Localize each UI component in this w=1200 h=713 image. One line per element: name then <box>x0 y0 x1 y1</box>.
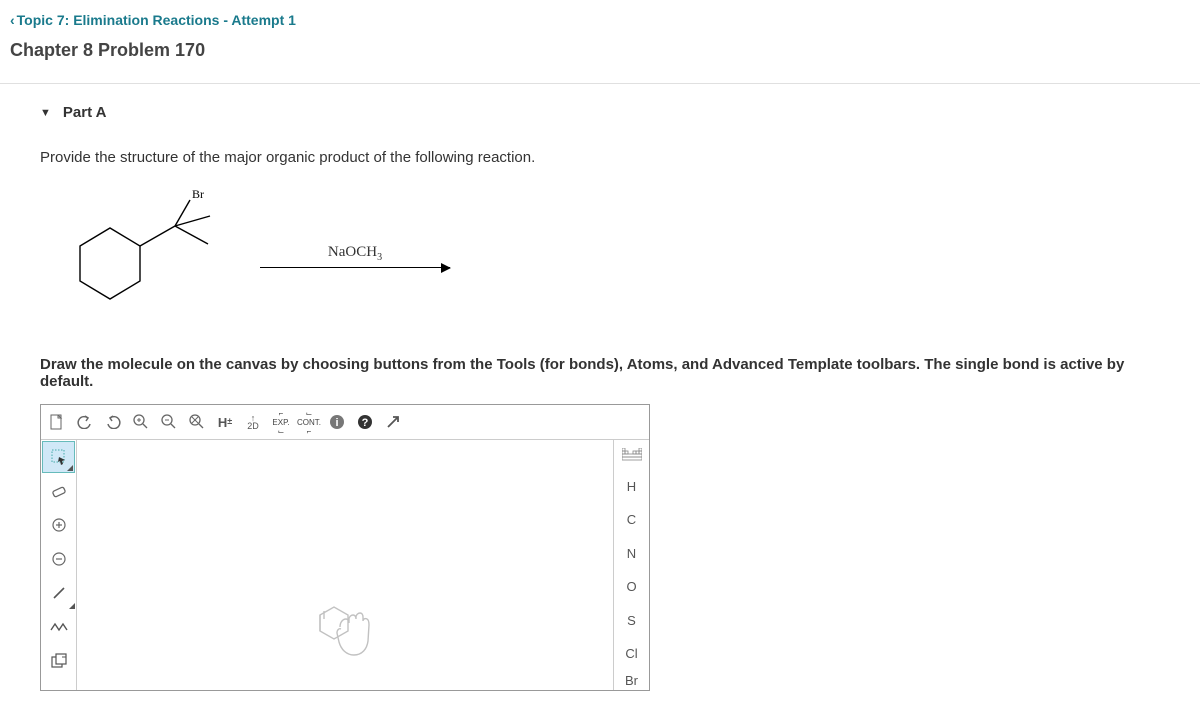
atom-c-button[interactable]: C <box>614 503 649 536</box>
undo-button[interactable] <box>71 409 99 435</box>
help-button[interactable]: ? <box>351 409 379 435</box>
svg-text:i: i <box>335 417 338 429</box>
hydrogen-toggle-label: H <box>218 415 227 430</box>
hydrogen-toggle-button[interactable]: H± <box>211 409 239 435</box>
atom-h-button[interactable]: H <box>614 470 649 503</box>
charge-minus-tool[interactable] <box>41 542 76 576</box>
part-label: Part A <box>63 104 107 121</box>
expand-label: EXP. <box>272 418 289 427</box>
starting-material-structure: Br <box>40 186 240 326</box>
contract-label: CONT. <box>297 418 321 427</box>
breadcrumb-link[interactable]: ‹Topic 7: Elimination Reactions - Attemp… <box>10 12 1190 28</box>
dropdown-indicator-icon <box>67 465 73 471</box>
charge-plus-tool[interactable] <box>41 508 76 542</box>
single-bond-tool[interactable] <box>41 576 76 610</box>
editor-top-toolbar: H± ↑2D ⌐EXP.⌙ ⌙CONT.⌐ i ? <box>41 405 649 440</box>
bromine-label: Br <box>192 187 204 201</box>
select-tool[interactable] <box>42 441 75 473</box>
template-tool[interactable] <box>41 644 76 678</box>
svg-text:?: ? <box>362 417 369 429</box>
expand-button[interactable]: ⌐EXP.⌙ <box>267 409 295 435</box>
reagent-label: NaOCH3 <box>260 244 450 263</box>
redo-button[interactable] <box>99 409 127 435</box>
view-2d-label: 2D <box>247 422 259 430</box>
atom-br-button[interactable]: Br <box>614 670 649 690</box>
new-doc-button[interactable] <box>43 409 71 435</box>
drawing-canvas[interactable] <box>77 440 613 690</box>
molecule-editor: H± ↑2D ⌐EXP.⌙ ⌙CONT.⌐ i ? <box>40 404 650 691</box>
atom-s-button[interactable]: S <box>614 603 649 636</box>
view-2d-button[interactable]: ↑2D <box>239 409 267 435</box>
atom-o-button[interactable]: O <box>614 570 649 603</box>
zoom-in-button[interactable] <box>127 409 155 435</box>
atom-palette: H C N O S Cl Br <box>613 440 649 690</box>
left-tool-palette <box>41 440 77 690</box>
eraser-tool[interactable] <box>41 474 76 508</box>
reaction-arrow <box>260 267 450 268</box>
chevron-left-icon: ‹ <box>10 12 15 28</box>
collapse-caret-icon[interactable]: ▼ <box>40 107 51 119</box>
canvas-instruction: Draw the molecule on the canvas by choos… <box>40 356 1170 390</box>
fullscreen-button[interactable] <box>379 409 407 435</box>
zoom-fit-button[interactable] <box>183 409 211 435</box>
contract-button[interactable]: ⌙CONT.⌐ <box>295 409 323 435</box>
atom-n-button[interactable]: N <box>614 536 649 569</box>
reaction-diagram: Br NaOCH3 <box>40 186 1170 326</box>
dropdown-indicator-icon <box>69 603 75 609</box>
question-text: Provide the structure of the major organ… <box>40 149 1170 166</box>
chapter-title: Chapter 8 Problem 170 <box>10 40 1190 61</box>
breadcrumb-text: Topic 7: Elimination Reactions - Attempt… <box>17 12 296 28</box>
atom-cl-button[interactable]: Cl <box>614 637 649 670</box>
info-button[interactable]: i <box>323 409 351 435</box>
hand-cursor-icon <box>310 597 380 670</box>
zoom-out-button[interactable] <box>155 409 183 435</box>
chain-tool[interactable] <box>41 610 76 644</box>
periodic-table-button[interactable] <box>614 440 649 470</box>
